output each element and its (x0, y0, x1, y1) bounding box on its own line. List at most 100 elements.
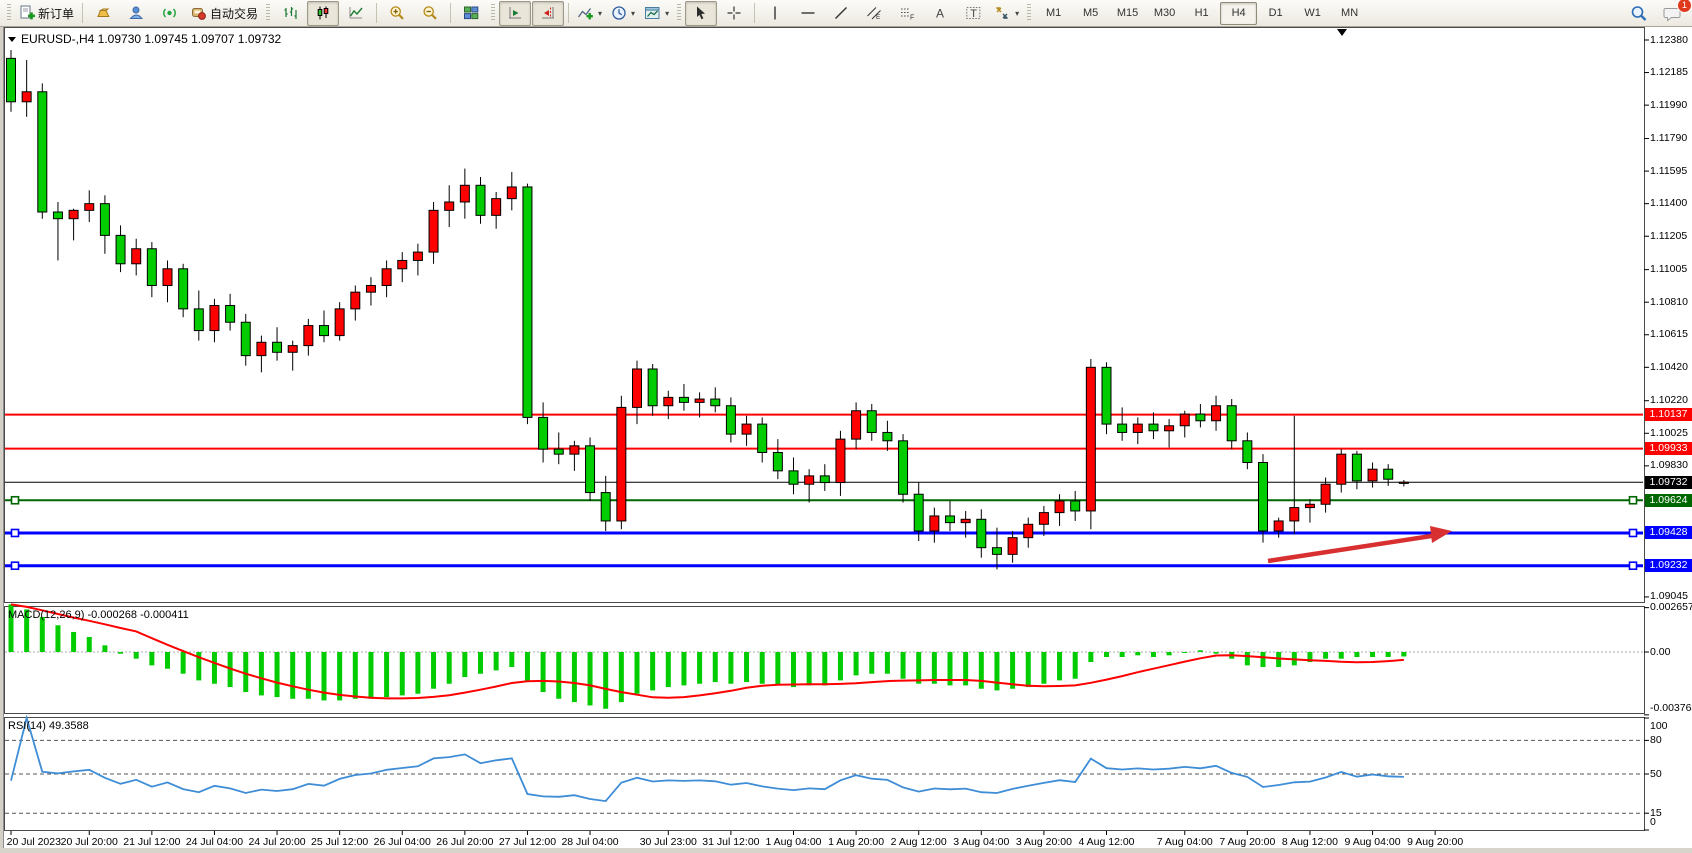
trendline-icon (833, 5, 849, 21)
toolbar-grip[interactable] (677, 4, 681, 22)
chart-title-text: EURUSD-,H4 1.09730 1.09745 1.09707 1.097… (21, 32, 281, 46)
chevron-down-icon: ▾ (665, 9, 669, 18)
zoom-in-button[interactable] (381, 1, 413, 26)
signal-icon (161, 5, 178, 21)
text-label-icon: T (965, 5, 982, 21)
price-axis-tick: 1.11005 (1650, 263, 1687, 275)
arrows-icon (994, 5, 1011, 21)
timeframe-m30-button[interactable]: M30 (1146, 2, 1183, 25)
chevron-down-icon: ▾ (1015, 9, 1019, 18)
price-level-label: 1.09232 (1645, 559, 1692, 572)
toolbar-separator (450, 3, 451, 23)
timeframe-mn-button[interactable]: MN (1331, 2, 1368, 25)
time-axis-label: 27 Jul 12:00 (499, 836, 556, 848)
price-axis-tick: 1.10615 (1650, 328, 1688, 340)
timeframe-w1-button[interactable]: W1 (1294, 2, 1331, 25)
cursor-icon (694, 5, 708, 21)
toolbar-grip[interactable] (491, 4, 495, 22)
price-axis-tick: 1.11595 (1650, 165, 1687, 177)
vertical-line-icon (769, 5, 781, 21)
horizontal-line-icon (800, 5, 816, 21)
chart-shift-button[interactable] (532, 1, 564, 26)
new-order-button[interactable]: 新订单 (15, 1, 78, 26)
time-axis-label: 20 Jul 2023 (7, 836, 61, 848)
price-axis-tick: 1.11790 (1650, 132, 1687, 144)
price-axis-tick: 1.11990 (1650, 99, 1687, 111)
price-chart-pane[interactable] (4, 27, 1645, 603)
rsi-pane[interactable] (4, 717, 1645, 831)
price-axis-tick: 1.10420 (1650, 361, 1688, 373)
rsi-axis-tick: 50 (1650, 768, 1662, 780)
time-axis-label: 1 Aug 20:00 (828, 836, 884, 848)
chevron-down-icon: ▾ (598, 9, 602, 18)
fibonacci-button[interactable]: F (891, 1, 923, 26)
timeframe-m5-button[interactable]: M5 (1072, 2, 1109, 25)
time-axis-label: 26 Jul 20:00 (436, 836, 493, 848)
price-axis-tick: 1.10025 (1650, 427, 1688, 439)
toolbar: 新订单 自动交易 ▾ ▾ ▾ E F (0, 0, 1692, 27)
price-axis-tick: 1.11400 (1650, 197, 1687, 209)
timeframe-d1-button[interactable]: D1 (1257, 2, 1294, 25)
auto-scroll-button[interactable] (499, 1, 531, 26)
time-axis-label: 31 Jul 12:00 (702, 836, 759, 848)
horizontal-line-button[interactable] (792, 1, 824, 26)
candlestick-chart-button[interactable] (307, 1, 339, 26)
time-axis-label: 4 Aug 12:00 (1078, 836, 1134, 848)
arrows-button[interactable]: ▾ (990, 1, 1023, 26)
chart-shift-marker-icon[interactable] (1337, 29, 1347, 36)
timeframe-h4-button[interactable]: H4 (1220, 2, 1257, 25)
timeframe-m15-button[interactable]: M15 (1109, 2, 1146, 25)
price-axis-tick: 1.10810 (1650, 296, 1688, 308)
community-button[interactable] (120, 1, 152, 26)
time-axis-label: 7 Aug 20:00 (1219, 836, 1275, 848)
mt4-window: 新订单 自动交易 ▾ ▾ ▾ E F (0, 0, 1692, 853)
line-chart-button[interactable] (340, 1, 372, 26)
indicators-button[interactable]: ▾ (573, 1, 606, 26)
timeframe-h1-button[interactable]: H1 (1183, 2, 1220, 25)
text-label-button[interactable]: T (957, 1, 989, 26)
trendline-button[interactable] (825, 1, 857, 26)
rsi-axis-tick: 100 (1650, 720, 1668, 732)
price-level-label: 1.09428 (1645, 526, 1692, 539)
market-button[interactable] (87, 1, 119, 26)
zoom-out-button[interactable] (414, 1, 446, 26)
toolbar-separator (82, 3, 83, 23)
toolbar-grip[interactable] (266, 4, 270, 22)
periods-button[interactable]: ▾ (607, 1, 639, 26)
gold-ingot-icon (95, 5, 112, 21)
notification-badge: 1 (1677, 0, 1692, 13)
cursor-button[interactable] (685, 1, 717, 26)
bar-chart-button[interactable] (274, 1, 306, 26)
tile-windows-button[interactable] (455, 1, 487, 26)
crosshair-icon (726, 5, 742, 21)
autotrading-icon (190, 5, 207, 21)
price-axis-tick: 1.12380 (1650, 34, 1688, 46)
chart-menu-icon[interactable] (8, 37, 16, 42)
vertical-line-button[interactable] (759, 1, 791, 26)
fibonacci-icon: F (899, 5, 915, 21)
toolbar-grip[interactable] (7, 4, 11, 22)
templates-button[interactable]: ▾ (640, 1, 673, 26)
price-axis-tick: 1.12185 (1650, 66, 1688, 78)
equidistant-channel-button[interactable]: E (858, 1, 890, 26)
notifications-button[interactable]: 1 (1656, 1, 1688, 26)
toolbar-grip[interactable] (1027, 4, 1031, 22)
time-axis-label: 9 Aug 20:00 (1407, 836, 1463, 848)
new-order-label: 新订单 (38, 5, 74, 22)
macd-axis-tick: -0.003764 (1650, 702, 1692, 714)
signals-button[interactable] (153, 1, 185, 26)
svg-text:F: F (910, 15, 914, 22)
ohlc-bars-icon (282, 5, 298, 21)
text-button[interactable]: A (924, 1, 956, 26)
autotrading-label: 自动交易 (210, 5, 258, 22)
search-button[interactable] (1623, 1, 1655, 26)
toolbar-separator (568, 3, 569, 23)
time-axis-label: 21 Jul 12:00 (123, 836, 180, 848)
timeframe-m1-button[interactable]: M1 (1035, 2, 1072, 25)
crosshair-button[interactable] (718, 1, 750, 26)
price-axis-tick: 1.09830 (1650, 459, 1688, 471)
macd-pane[interactable] (4, 606, 1645, 714)
indicators-icon (577, 5, 594, 21)
autotrading-button[interactable]: 自动交易 (186, 1, 262, 26)
person-cloud-icon (128, 5, 145, 21)
